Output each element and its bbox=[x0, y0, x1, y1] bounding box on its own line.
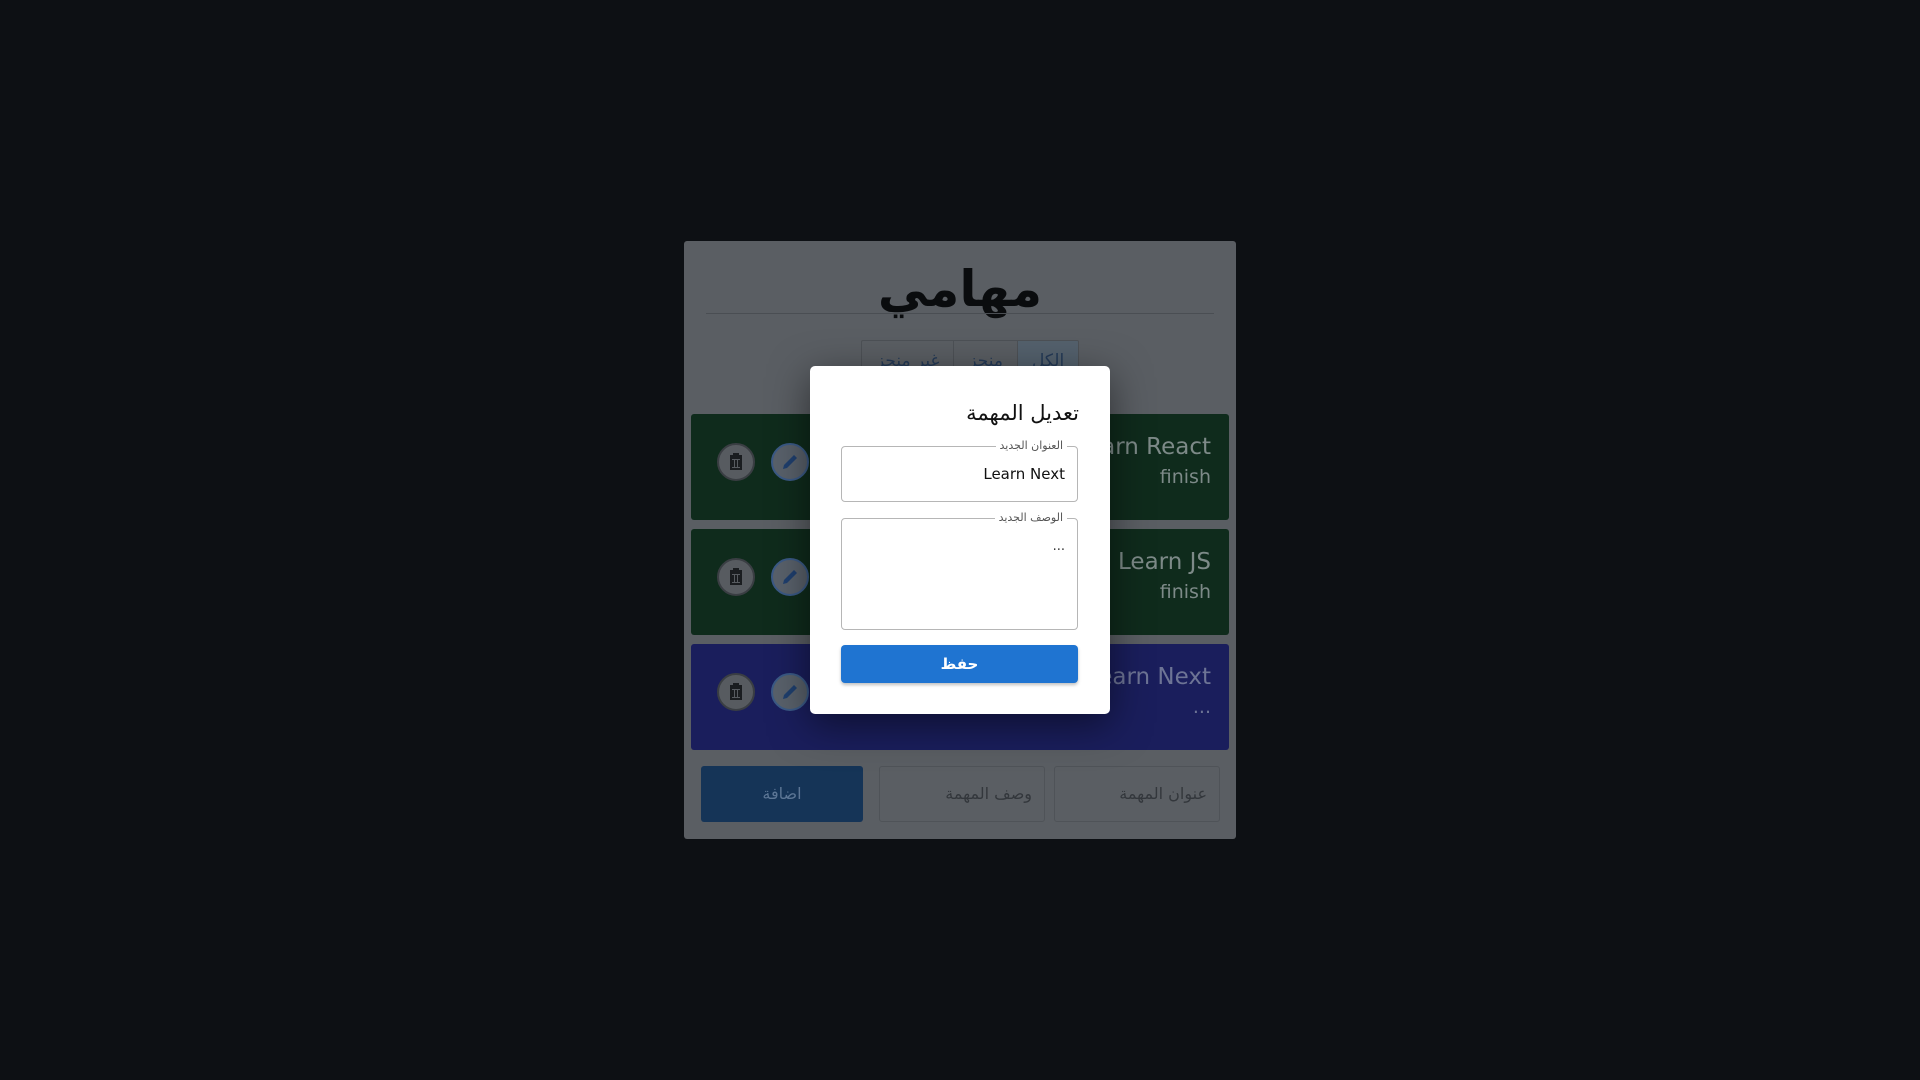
new-description-value: ... bbox=[1052, 539, 1065, 554]
page-title: مهامي bbox=[877, 260, 1043, 318]
task-description-input[interactable]: وصف المهمة bbox=[879, 766, 1045, 822]
trash-icon bbox=[730, 683, 742, 700]
task-description-placeholder: وصف المهمة bbox=[945, 784, 1032, 803]
save-button[interactable]: حفظ bbox=[841, 645, 1078, 683]
new-title-value: Learn Next bbox=[983, 465, 1065, 483]
new-task-row: اضافة وصف المهمة عنوان المهمة bbox=[701, 766, 1220, 822]
trash-icon bbox=[730, 453, 742, 470]
edit-button[interactable] bbox=[771, 673, 809, 711]
edit-button[interactable] bbox=[771, 443, 809, 481]
pencil-icon bbox=[783, 570, 797, 584]
new-description-label: الوصف الجديد bbox=[994, 510, 1067, 526]
title-divider bbox=[706, 313, 1214, 314]
new-title-field[interactable]: العنوان الجديد Learn Next bbox=[841, 438, 1078, 502]
delete-button[interactable] bbox=[717, 673, 755, 711]
pencil-icon bbox=[783, 455, 797, 469]
edit-button[interactable] bbox=[771, 558, 809, 596]
delete-button[interactable] bbox=[717, 558, 755, 596]
task-title-input[interactable]: عنوان المهمة bbox=[1054, 766, 1220, 822]
task-text: Learn JS finish bbox=[1118, 547, 1211, 607]
delete-button[interactable] bbox=[717, 443, 755, 481]
task-title: Learn JS bbox=[1118, 549, 1211, 575]
new-description-field[interactable]: الوصف الجديد ... bbox=[841, 510, 1078, 630]
trash-icon bbox=[730, 568, 742, 585]
task-title-placeholder: عنوان المهمة bbox=[1119, 784, 1207, 803]
pencil-icon bbox=[783, 685, 797, 699]
new-title-label: العنوان الجديد bbox=[995, 438, 1067, 454]
add-task-button[interactable]: اضافة bbox=[701, 766, 863, 822]
edit-task-dialog: تعديل المهمة العنوان الجديد Learn Next ا… bbox=[810, 366, 1110, 714]
task-description: finish bbox=[1159, 581, 1211, 603]
dialog-title: تعديل المهمة bbox=[966, 401, 1079, 425]
